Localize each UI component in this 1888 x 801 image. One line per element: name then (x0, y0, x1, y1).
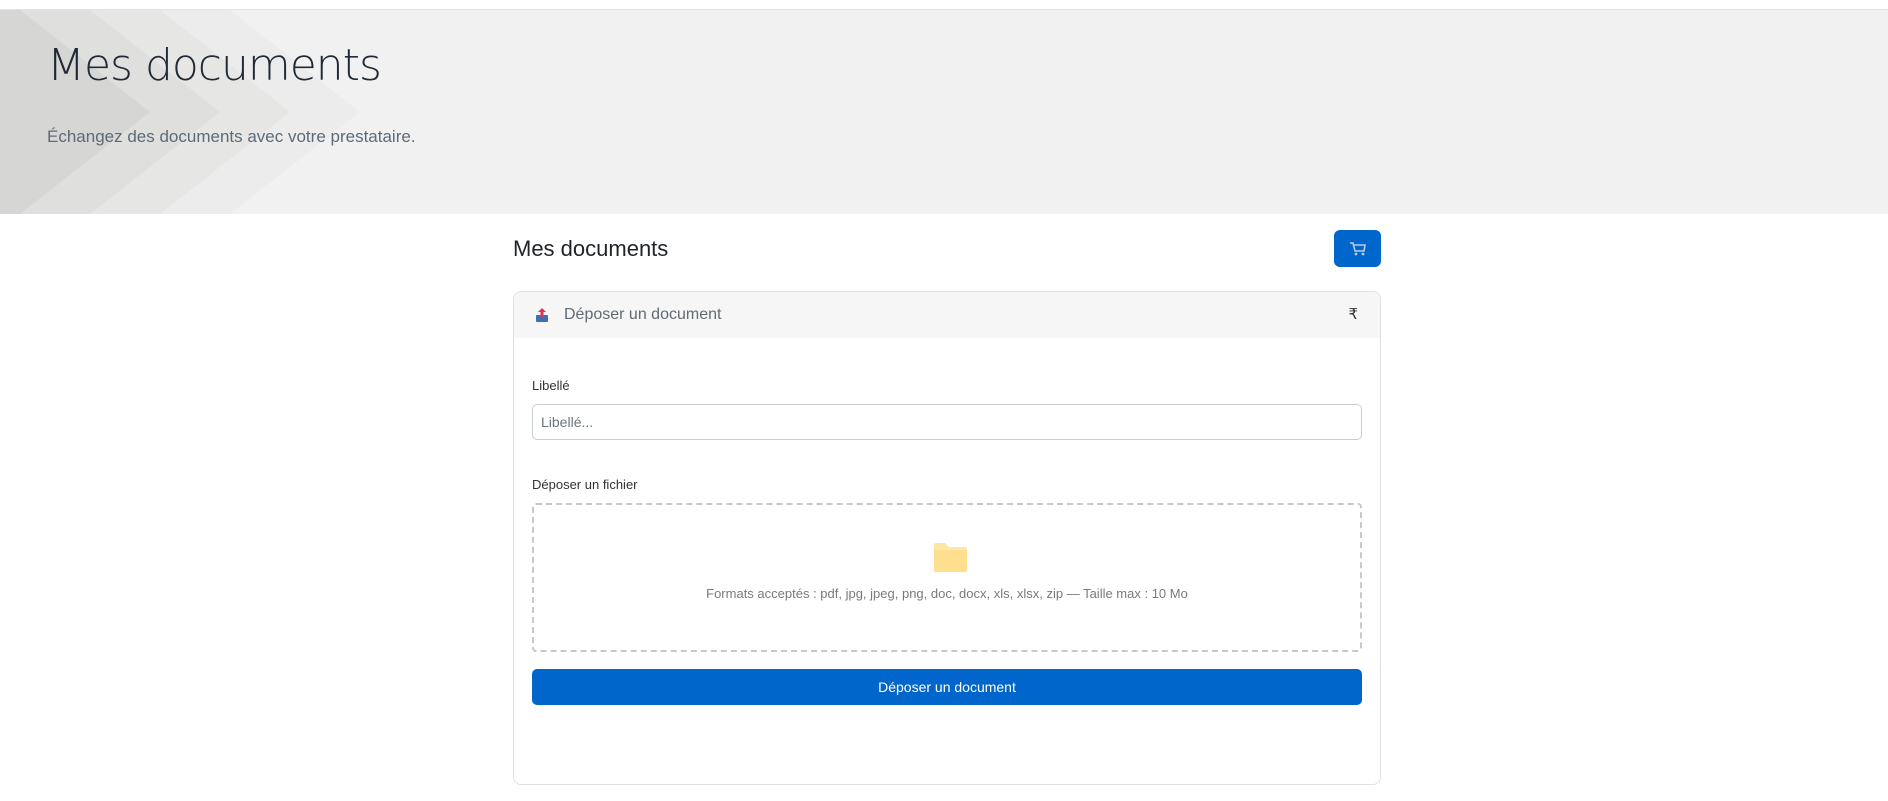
chevron-icon[interactable]: ₹ (1348, 305, 1358, 323)
page-subtitle: Échangez des documents avec votre presta… (47, 127, 416, 146)
section-title: Mes documents (513, 236, 669, 261)
cart-button[interactable] (1334, 230, 1381, 267)
folder-icon (934, 543, 967, 572)
upload-document-card: Déposer un document ₹ Libellé Déposer un… (513, 291, 1381, 785)
upload-card-header[interactable]: Déposer un document ₹ (514, 292, 1380, 338)
file-label: Déposer un fichier (532, 477, 638, 492)
file-dropzone[interactable]: Formats acceptés : pdf, jpg, jpeg, png, … (532, 503, 1362, 652)
page-title: Mes documents (47, 40, 382, 91)
upload-card-title: Déposer un document (564, 306, 722, 323)
upload-icon (534, 307, 550, 323)
page-header-banner: Mes documents Échangez des documents ave… (0, 10, 1888, 214)
libelle-label: Libellé (532, 378, 570, 393)
cart-icon (1349, 241, 1366, 255)
submit-document-button[interactable]: Déposer un document (532, 669, 1362, 705)
top-bar (0, 0, 1888, 10)
libelle-input[interactable] (532, 404, 1362, 440)
file-format-help: Formats acceptés : pdf, jpg, jpeg, png, … (706, 586, 1188, 601)
